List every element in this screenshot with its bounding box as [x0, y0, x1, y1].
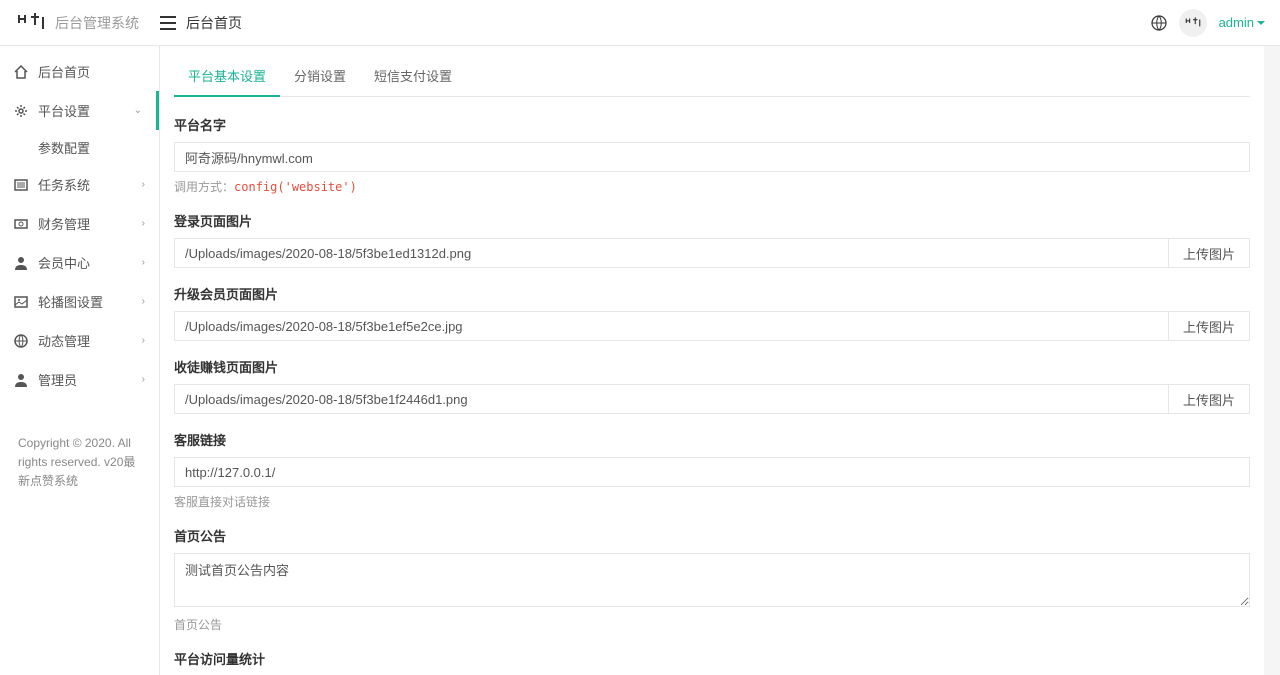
chevron-icon: › [142, 374, 145, 385]
sidebar-item-admin[interactable]: 管理员 › [0, 360, 159, 399]
sidebar-subitem-params[interactable]: 参数配置 [0, 130, 159, 165]
sidebar-item-label: 财务管理 [38, 214, 90, 233]
service-link-label: 客服链接 [174, 430, 1250, 449]
service-link-input[interactable] [174, 457, 1250, 487]
chevron-icon: ⌄ [134, 105, 142, 116]
sidebar: 后台首页 平台设置 ⌄ 参数配置 任务系统 › 财务管理 › 会员中心 › 轮播… [0, 46, 160, 675]
gear-icon [14, 104, 28, 118]
breadcrumb: 后台首页 [186, 13, 242, 33]
user-icon [14, 256, 28, 270]
sidebar-item-label: 后台首页 [38, 62, 90, 81]
sidebar-item-label: 管理员 [38, 370, 77, 389]
platform-name-input[interactable] [174, 142, 1250, 172]
upgrade-image-label: 升级会员页面图片 [174, 284, 1250, 303]
login-image-upload-button[interactable]: 上传图片 [1169, 238, 1250, 268]
money-icon [14, 217, 28, 231]
caret-down-icon [1257, 21, 1265, 25]
sidebar-item-member[interactable]: 会员中心 › [0, 243, 159, 282]
chevron-icon: › [142, 218, 145, 229]
sidebar-item-dynamic[interactable]: 动态管理 › [0, 321, 159, 360]
tab-sms[interactable]: 短信支付设置 [360, 56, 466, 96]
stats-label: 平台访问量统计 [174, 649, 1250, 668]
earn-image-input[interactable] [174, 384, 1169, 414]
tab-basic[interactable]: 平台基本设置 [174, 56, 280, 97]
sidebar-item-label: 平台设置 [38, 101, 90, 120]
hamburger-icon [160, 16, 176, 30]
globe-icon [14, 334, 28, 348]
sidebar-item-carousel[interactable]: 轮播图设置 › [0, 282, 159, 321]
sidebar-copyright: Copyright © 2020. All rights reserved. v… [0, 419, 159, 507]
notice-label: 首页公告 [174, 526, 1250, 545]
sidebar-item-task[interactable]: 任务系统 › [0, 165, 159, 204]
image-icon [14, 295, 28, 309]
language-icon[interactable] [1151, 15, 1167, 31]
chevron-icon: › [142, 296, 145, 307]
service-link-hint: 客服直接对话链接 [174, 493, 1250, 510]
earn-image-upload-button[interactable]: 上传图片 [1169, 384, 1250, 414]
tabs: 平台基本设置 分销设置 短信支付设置 [174, 56, 1250, 97]
upgrade-image-input[interactable] [174, 311, 1169, 341]
earn-image-label: 收徒赚钱页面图片 [174, 357, 1250, 376]
notice-hint: 首页公告 [174, 616, 1250, 633]
user-icon [14, 373, 28, 387]
notice-textarea[interactable]: 测试首页公告内容 [174, 553, 1250, 607]
chevron-icon: › [142, 257, 145, 268]
avatar [1179, 9, 1207, 37]
sidebar-item-home[interactable]: 后台首页 [0, 52, 159, 91]
sidebar-item-label: 任务系统 [38, 175, 90, 194]
home-icon [14, 65, 28, 79]
sidebar-item-label: 动态管理 [38, 331, 90, 350]
sidebar-subitem-label: 参数配置 [38, 141, 90, 156]
tab-distribution[interactable]: 分销设置 [280, 56, 360, 96]
sidebar-item-finance[interactable]: 财务管理 › [0, 204, 159, 243]
login-image-input[interactable] [174, 238, 1169, 268]
menu-toggle[interactable] [160, 16, 176, 30]
logo-area: 后台管理系统 [15, 13, 160, 33]
user-name-label: admin [1219, 15, 1254, 30]
chevron-icon: › [142, 335, 145, 346]
system-name: 后台管理系统 [55, 13, 139, 33]
user-dropdown[interactable]: admin [1219, 15, 1265, 30]
sidebar-item-label: 会员中心 [38, 253, 90, 272]
list-icon [14, 178, 28, 192]
platform-name-hint: 调用方式：config('website') [174, 178, 1250, 195]
logo-icon [15, 13, 47, 33]
upgrade-image-upload-button[interactable]: 上传图片 [1169, 311, 1250, 341]
sidebar-item-platform[interactable]: 平台设置 ⌄ [0, 91, 159, 130]
chevron-icon: › [142, 179, 145, 190]
login-image-label: 登录页面图片 [174, 211, 1250, 230]
sidebar-item-label: 轮播图设置 [38, 292, 103, 311]
platform-name-label: 平台名字 [174, 115, 1250, 134]
main-content: 平台基本设置 分销设置 短信支付设置 平台名字 调用方式：config('web… [160, 46, 1280, 675]
